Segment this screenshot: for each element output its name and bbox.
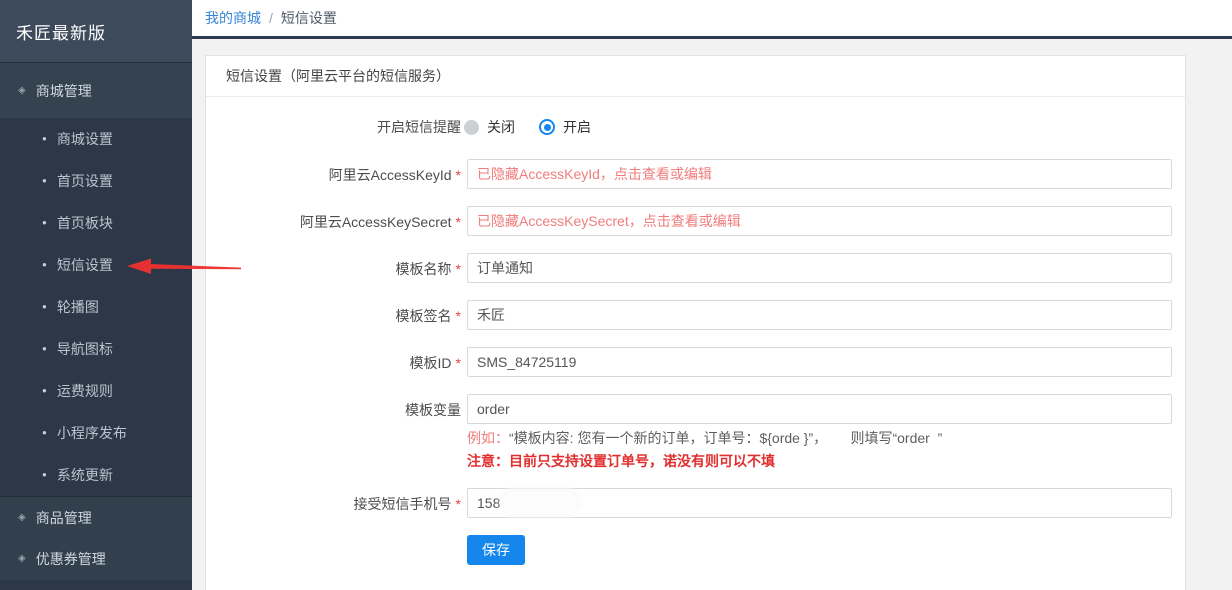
accesskeysecret-input[interactable]	[467, 206, 1172, 236]
sidebar-menu: ◈ 商城管理 ● 商城设置 ● 首页设置 ● 首页板块 ● 短信设置 ● 轮播图	[0, 63, 192, 580]
form-row-accesskeysecret: 阿里云AccessKeySecret*	[206, 206, 1185, 236]
sidebar-item-label: 商品管理	[36, 508, 92, 528]
required-mark: *	[456, 496, 461, 512]
breadcrumb-home-link[interactable]: 我的商城	[205, 8, 261, 28]
field-label: 模板ID	[410, 355, 452, 371]
form-row-template-id: 模板ID*	[206, 347, 1185, 377]
sidebar-submenu: ● 商城设置 ● 首页设置 ● 首页板块 ● 短信设置 ● 轮播图 ● 导航图标	[0, 118, 192, 496]
sidebar-header: 禾匠最新版	[0, 0, 192, 63]
sidebar-item-label: 商城设置	[57, 129, 113, 149]
form-row-accesskeyid: 阿里云AccessKeyId*	[206, 159, 1185, 189]
sidebar-item-label: 首页板块	[57, 213, 113, 233]
bullet-icon: ●	[42, 219, 47, 227]
radio-on-label: 开启	[563, 117, 591, 137]
sidebar-item-label: 小程序发布	[57, 423, 127, 443]
sidebar-item-label: 轮播图	[57, 297, 99, 317]
template-name-input[interactable]	[467, 253, 1172, 283]
diamond-icon: ◈	[18, 86, 26, 96]
sidebar-item-system-update[interactable]: ● 系统更新	[0, 454, 192, 496]
radio-off-label: 关闭	[487, 117, 515, 137]
sidebar-item-coupon-management[interactable]: ◈ 优惠券管理	[0, 538, 192, 580]
form-row-save: 保存	[206, 535, 1185, 565]
bullet-icon: ●	[42, 261, 47, 269]
field-label: 阿里云AccessKeySecret	[300, 214, 452, 230]
sidebar-item-shipping-rules[interactable]: ● 运费规则	[0, 370, 192, 412]
sidebar-item-label: 系统更新	[57, 465, 113, 485]
sidebar-item-label: 首页设置	[57, 171, 113, 191]
form-row-template-variable: 模板变量 例如：“模板内容: 您有一个新的订单，订单号：${orde }”， 则…	[206, 394, 1185, 471]
field-label: 模板签名	[396, 308, 452, 324]
field-label: 接受短信手机号	[354, 496, 452, 512]
save-button[interactable]: 保存	[467, 535, 525, 565]
sidebar-item-label: 导航图标	[57, 339, 113, 359]
bullet-icon: ●	[42, 387, 47, 395]
sidebar-item-label: 运费规则	[57, 381, 113, 401]
sidebar-item-sms-settings[interactable]: ● 短信设置	[0, 244, 192, 286]
breadcrumb: 我的商城 / 短信设置	[192, 0, 1232, 39]
accesskeyid-input[interactable]	[467, 159, 1172, 189]
field-label: 模板变量	[405, 402, 461, 418]
sidebar-item-label: 优惠券管理	[36, 549, 106, 569]
template-variable-example: 例如：“模板内容: 您有一个新的订单，订单号：${orde }”， 则填写“or…	[467, 429, 1172, 448]
sidebar-item-carousel[interactable]: ● 轮播图	[0, 286, 192, 328]
radio-off-icon[interactable]	[464, 120, 479, 135]
required-mark: *	[456, 261, 461, 277]
sidebar-item-miniprogram-publish[interactable]: ● 小程序发布	[0, 412, 192, 454]
required-mark: *	[456, 214, 461, 230]
form-row-template-signature: 模板签名*	[206, 300, 1185, 330]
sidebar-item-mall-settings[interactable]: ● 商城设置	[0, 118, 192, 160]
radio-option-off[interactable]: 关闭	[464, 117, 515, 137]
sms-toggle-group: 关闭 开启	[464, 112, 615, 142]
breadcrumb-current: 短信设置	[281, 8, 337, 28]
sidebar-item-nav-icons[interactable]: ● 导航图标	[0, 328, 192, 370]
radio-option-on[interactable]: 开启	[539, 117, 591, 137]
sidebar-item-label: 短信设置	[57, 255, 113, 275]
panel-title: 短信设置（阿里云平台的短信服务）	[206, 56, 1185, 97]
field-label: 阿里云AccessKeyId	[329, 167, 452, 183]
template-variable-warning: 注意：目前只支持设置订单号，诺没有则可以不填	[467, 452, 1172, 471]
bullet-icon: ●	[42, 135, 47, 143]
form-row-template-name: 模板名称*	[206, 253, 1185, 283]
bullet-icon: ●	[42, 303, 47, 311]
example-text: “模板内容: 您有一个新的订单，订单号：${orde }”， 则填写“order…	[509, 430, 942, 446]
sidebar-item-home-settings[interactable]: ● 首页设置	[0, 160, 192, 202]
radio-on-icon[interactable]	[539, 119, 555, 135]
redaction-blur	[503, 491, 577, 514]
form-row-sms-toggle: 开启短信提醒 关闭 开启	[206, 112, 1185, 142]
sidebar-item-label: 商城管理	[36, 81, 92, 101]
diamond-icon: ◈	[18, 554, 26, 564]
required-mark: *	[456, 355, 461, 371]
template-variable-input[interactable]	[467, 394, 1172, 424]
field-label: 开启短信提醒	[206, 112, 461, 137]
required-mark: *	[456, 167, 461, 183]
bullet-icon: ●	[42, 471, 47, 479]
sms-settings-panel: 短信设置（阿里云平台的短信服务） 开启短信提醒 关闭 开启 阿里云AccessK…	[205, 55, 1186, 590]
template-signature-input[interactable]	[467, 300, 1172, 330]
diamond-icon: ◈	[18, 513, 26, 523]
app-title: 禾匠最新版	[16, 19, 106, 44]
field-label: 模板名称	[396, 261, 452, 277]
sms-settings-form: 开启短信提醒 关闭 开启 阿里云AccessKeyId*	[206, 97, 1185, 565]
sidebar-item-product-management[interactable]: ◈ 商品管理	[0, 496, 192, 538]
example-label: 例如：	[467, 430, 509, 446]
bullet-icon: ●	[42, 345, 47, 353]
bullet-icon: ●	[42, 177, 47, 185]
bullet-icon: ●	[42, 429, 47, 437]
sidebar: 禾匠最新版 ◈ 商城管理 ● 商城设置 ● 首页设置 ● 首页板块 ● 短信设置	[0, 0, 192, 590]
sidebar-item-mall-management[interactable]: ◈ 商城管理	[0, 63, 192, 118]
template-id-input[interactable]	[467, 347, 1172, 377]
required-mark: *	[456, 308, 461, 324]
breadcrumb-separator: /	[269, 10, 273, 26]
form-row-phone-number: 接受短信手机号*	[206, 488, 1185, 518]
sidebar-item-home-blocks[interactable]: ● 首页板块	[0, 202, 192, 244]
